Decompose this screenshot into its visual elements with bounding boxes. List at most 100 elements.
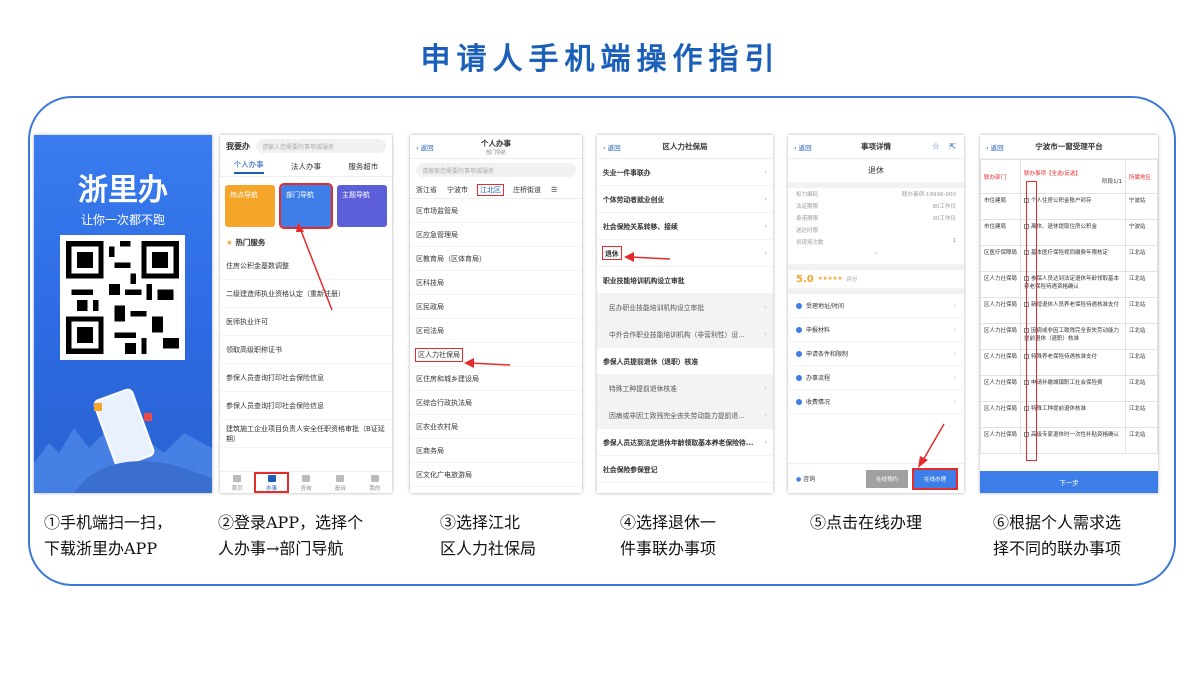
- matter-item[interactable]: 社会保险关系转移、接续 ›: [597, 213, 773, 240]
- table-row[interactable]: 区人力社保局 申请补缴城镇职工社会保险费 江北站: [980, 375, 1158, 402]
- dept-item[interactable]: 区教育局（区体育局）: [410, 247, 582, 271]
- table-row[interactable]: 市住建局 离休、退休提取住房公积金 宁波站: [980, 219, 1158, 246]
- dept-item[interactable]: 区司法局: [410, 319, 582, 343]
- table-row[interactable]: 区人力社保局 参保人员达到法定退休年龄领取基本养老保险待遇资格确认 江北站: [980, 271, 1158, 298]
- dept-item[interactable]: 区市场监管局: [410, 199, 582, 223]
- service-item[interactable]: 建筑施工企业项目负责人安全任职资格审批（B证延期）: [220, 420, 392, 448]
- region-tab-jiangbei[interactable]: 江北区: [477, 183, 504, 196]
- region-tab[interactable]: 庄桥街道: [513, 185, 541, 195]
- back-button[interactable]: ‹ 返回: [794, 142, 812, 152]
- chevron-right-icon: ›: [953, 350, 956, 357]
- back-button[interactable]: ‹ 返回: [986, 142, 1004, 152]
- item-label: 因病或非因工致残完全丧失劳动能力提前退休（退职）核准: [1024, 328, 1120, 342]
- field-key: 到现场次数: [796, 240, 824, 246]
- dept-item[interactable]: 区商务局: [410, 439, 582, 463]
- dept-item[interactable]: 区综合行政执法局: [410, 391, 582, 415]
- field-value: 1: [952, 238, 957, 244]
- menu-item-icon: [796, 374, 802, 381]
- tab-complain[interactable]: 投诉: [323, 472, 357, 493]
- chevron-right-icon: ›: [764, 411, 767, 419]
- field-key: 法定期限: [796, 204, 819, 210]
- detail-menu-item[interactable]: 申请条件和限制 ›: [788, 342, 964, 366]
- matter-item[interactable]: 参保人员达到法定退休年龄领取基本养老保险待... ›: [597, 429, 773, 456]
- matter-item[interactable]: 失业一件事联办 ›: [597, 159, 773, 186]
- matter-label: 个体劳动者就业创业: [603, 196, 665, 204]
- cell-region: 江北站: [1125, 375, 1158, 402]
- share-icon[interactable]: ⇱: [949, 142, 956, 151]
- detail-menu-item[interactable]: 申报材料 ›: [788, 318, 964, 342]
- chevron-right-icon: ›: [953, 374, 956, 381]
- table-row[interactable]: 区人力社保局 因病或非因工致残完全丧失劳动能力提前退休（退职）核准 江北站: [980, 323, 1158, 350]
- table-row[interactable]: 区医疗保障局 基本医疗保险视同缴费年限核定 江北站: [980, 245, 1158, 272]
- tab-personal[interactable]: 个人办事: [233, 159, 264, 174]
- step-caption-3: ③选择江北 区人力社保局: [440, 513, 537, 558]
- dept-item[interactable]: 区民政局: [410, 295, 582, 319]
- matter-item[interactable]: 中外合作职业技能培训机构（非营利性）设... ›: [597, 321, 773, 348]
- dept-item[interactable]: 区应急管理局: [410, 223, 582, 247]
- matter-item[interactable]: 参保人员提前退休（退职）核准: [597, 348, 773, 375]
- favorite-icon[interactable]: ☆: [932, 142, 940, 152]
- service-item[interactable]: 领取高级职称证书: [220, 336, 392, 364]
- search-input[interactable]: 请输入您需要的事项或服务: [256, 139, 386, 153]
- matter-label: 退休: [602, 246, 622, 260]
- dept-item[interactable]: 区文化广电旅游局: [410, 463, 582, 487]
- detail-menu: 受理地址/时间 › 申报材料 › 申请条件和限制 › 办事流程 › 收费情况 ›: [788, 294, 964, 414]
- online-process-button[interactable]: 在线办理: [912, 467, 958, 490]
- tab-consult[interactable]: 咨询: [289, 472, 323, 493]
- region-tab[interactable]: 浙江省: [416, 185, 437, 195]
- red-arrow-icon: [918, 423, 945, 468]
- qr-code[interactable]: [60, 235, 185, 360]
- back-button[interactable]: ‹ 返回: [603, 142, 621, 152]
- item-label: 个人住房公积金账户封存: [1031, 198, 1092, 204]
- dept-item[interactable]: 区农业农村局: [410, 415, 582, 439]
- table-row[interactable]: 区人力社保局 高级专家退休时一次性补贴资格确认 江北站: [980, 427, 1158, 454]
- detail-menu-item[interactable]: 受理地址/时间 ›: [788, 294, 964, 318]
- service-item[interactable]: 参保人员查询打印社会保险信息: [220, 364, 392, 392]
- matter-item[interactable]: 职业技能培训机构设立审批: [597, 267, 773, 294]
- detail-menu-item[interactable]: 办事流程 ›: [788, 366, 964, 390]
- tab-banshi[interactable]: 办事: [254, 472, 289, 493]
- back-button[interactable]: ‹ 返回: [416, 142, 434, 152]
- next-step-button[interactable]: 下一步: [980, 471, 1158, 493]
- header-title: 我要办: [226, 141, 250, 151]
- matter-item[interactable]: 社会保险参保登记: [597, 456, 773, 483]
- table-row[interactable]: 市住建局 个人住房公积金账户封存 宁波站: [980, 193, 1158, 220]
- field-row: 承诺期限 30工作日: [788, 212, 964, 224]
- matter-item[interactable]: 因病或非因工致残完全丧失劳动能力提前退... ›: [597, 402, 773, 429]
- field-row: 送达时限: [788, 224, 964, 236]
- cell-region: 宁波站: [1125, 219, 1158, 246]
- step-caption-5: ⑤点击在线办理: [810, 513, 923, 532]
- tab-corporate[interactable]: 法人办事: [291, 161, 321, 172]
- online-appointment-button[interactable]: 在线预约: [866, 469, 908, 488]
- menu-item-label: 收费情况: [806, 399, 831, 406]
- tab-home[interactable]: 首页: [220, 472, 254, 493]
- table-row[interactable]: 区人力社保局 特殊工种提前退休核准 江北站: [980, 401, 1158, 428]
- matter-item[interactable]: 特殊工种提前退休核准 ›: [597, 375, 773, 402]
- rating-row[interactable]: 5.0 ★★★★★ 评分: [788, 264, 964, 294]
- table-row[interactable]: 区人力社保局 新增退休人员养老保险待遇核准支付 江北站: [980, 297, 1158, 324]
- hot-nav-button[interactable]: 热点导航: [225, 185, 275, 227]
- item-label: 特殊养老保险待遇核准支付: [1031, 354, 1098, 360]
- cell-dept: 市住建局: [980, 219, 1021, 246]
- cell-region: 江北站: [1125, 401, 1158, 428]
- matter-label: 参保人员提前退休（退职）核准: [603, 358, 699, 366]
- menu-icon[interactable]: ☰: [551, 186, 557, 194]
- detail-menu-item[interactable]: 收费情况 ›: [788, 390, 964, 414]
- tab-mine[interactable]: 我的: [358, 472, 392, 493]
- table-row[interactable]: 区人力社保局 特殊养老保险待遇核准支付 江北站: [980, 349, 1158, 376]
- tab-service-market[interactable]: 服务超市: [348, 161, 378, 172]
- matter-item[interactable]: 个体劳动者就业创业 ›: [597, 186, 773, 213]
- cell-dept: 区人力社保局: [980, 323, 1021, 350]
- consult-button[interactable]: ● 咨询: [796, 474, 860, 483]
- matter-item[interactable]: 民办职业技能培训机构设立审批 ›: [597, 294, 773, 321]
- matter-fields: 权力编码 联办事项-19998-000 法定期限 80工作日 承诺期限 30工作日 送达时限…: [788, 188, 964, 248]
- matter-name: 退休: [788, 159, 964, 188]
- matter-label: 民办职业技能培训机构设立审批: [609, 304, 705, 312]
- matter-label: 职业技能培训机构设立审批: [603, 277, 685, 285]
- search-input[interactable]: 请搜索您需要的事项或服务: [416, 163, 576, 177]
- expand-chevron-icon[interactable]: ⌄: [788, 248, 964, 256]
- service-item[interactable]: 参保人员查询打印社会保险信息: [220, 392, 392, 420]
- region-tab[interactable]: 宁波市: [447, 185, 468, 195]
- dept-item[interactable]: 区科技局: [410, 271, 582, 295]
- menu-item-label: 办事流程: [806, 375, 831, 382]
